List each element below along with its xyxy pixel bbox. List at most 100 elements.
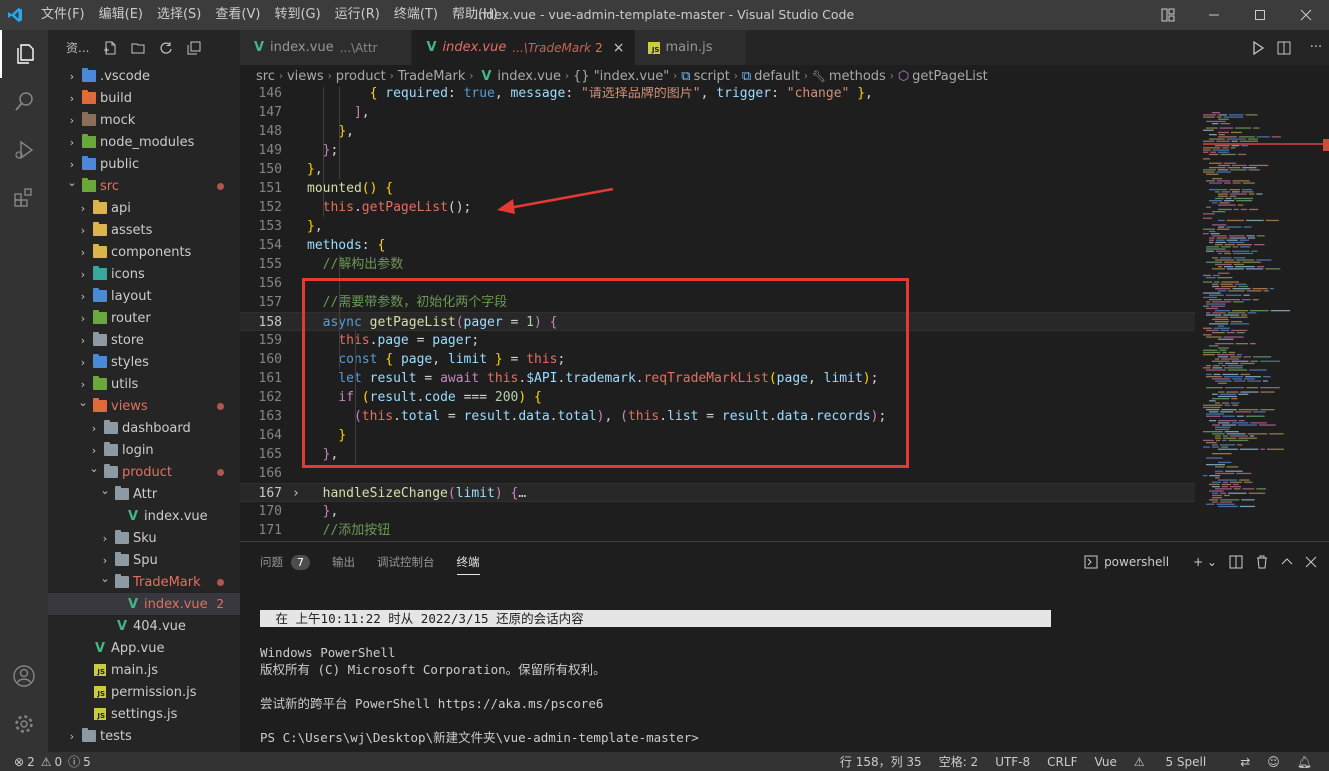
code-editor[interactable]: 146 { required: true, message: "请选择品牌的图片… bbox=[240, 87, 1329, 541]
tree-item-utils[interactable]: › utils bbox=[48, 373, 240, 395]
minimize-button[interactable] bbox=[1191, 0, 1237, 30]
language-mode[interactable]: Vue bbox=[1094, 755, 1116, 769]
menu-item[interactable]: 转到(G) bbox=[267, 0, 327, 30]
tab-index-vue-0[interactable]: Vindex.vue ...\Attr bbox=[240, 30, 413, 65]
menu-item[interactable]: 编辑(E) bbox=[92, 0, 150, 30]
tab-main-js[interactable]: JS main.js bbox=[635, 30, 748, 65]
menu-item[interactable]: 选择(S) bbox=[150, 0, 208, 30]
panel-tab-2[interactable]: 调试控制台 bbox=[377, 550, 435, 574]
minimap-line bbox=[1238, 285, 1249, 288]
fold-chevron-icon[interactable]: › bbox=[292, 484, 300, 503]
collapse-all-icon[interactable] bbox=[186, 40, 202, 56]
panel-tab-0[interactable]: 问题 7 bbox=[260, 550, 310, 574]
minimap-line bbox=[1220, 329, 1230, 332]
tree-item-trademark[interactable]: ⌄ TradeMark bbox=[48, 571, 240, 593]
bell-icon[interactable]: 🔔︎ bbox=[1297, 755, 1312, 769]
tree-item-attr[interactable]: ⌄ Attr bbox=[48, 483, 240, 505]
terminal-output[interactable]: 在 上午10:11:22 时从 2022/3/15 还原的会话内容 Window… bbox=[260, 610, 1051, 746]
tree-item-node-modules[interactable]: › node_modules bbox=[48, 131, 240, 153]
tree-item-main-js[interactable]: JS main.js bbox=[48, 659, 240, 681]
tree-item-index-vue[interactable]: Vindex.vue bbox=[48, 505, 240, 527]
gear-icon[interactable] bbox=[0, 700, 48, 748]
encoding[interactable]: UTF-8 bbox=[995, 755, 1030, 769]
new-terminal-icon[interactable]: + ⌄ bbox=[1193, 555, 1217, 569]
more-actions-icon[interactable]: ··· bbox=[1303, 40, 1329, 55]
cursor-position[interactable]: 行 158，列 35 bbox=[840, 753, 922, 770]
split-terminal-icon[interactable] bbox=[1229, 555, 1243, 569]
tree-item-build[interactable]: › build bbox=[48, 87, 240, 109]
refresh-icon[interactable] bbox=[158, 40, 174, 56]
problems-status[interactable]: ⊗ 2 ⚠ 0 ⓘ 5 bbox=[0, 753, 91, 770]
menu-item[interactable]: 终端(T) bbox=[387, 0, 445, 30]
menu-item[interactable]: 文件(F) bbox=[34, 0, 92, 30]
tree-item-layout[interactable]: › layout bbox=[48, 285, 240, 307]
explorer-icon[interactable] bbox=[0, 30, 48, 78]
search-icon[interactable] bbox=[0, 78, 48, 126]
tree-item-login[interactable]: › login bbox=[48, 439, 240, 461]
breadcrumb-item[interactable]: {} "index.vue" bbox=[573, 69, 669, 84]
minimap-line bbox=[1240, 208, 1248, 211]
tree-item-assets[interactable]: › assets bbox=[48, 219, 240, 241]
tree-item-app-vue[interactable]: V App.vue bbox=[48, 637, 240, 659]
tree-item-styles[interactable]: › styles bbox=[48, 351, 240, 373]
extensions-icon[interactable] bbox=[0, 174, 48, 222]
tree-item-router[interactable]: › router bbox=[48, 307, 240, 329]
tree-item-spu[interactable]: › Spu bbox=[48, 549, 240, 571]
menu-item[interactable]: 查看(V) bbox=[208, 0, 267, 30]
tree-item--vscode[interactable]: › .vscode bbox=[48, 65, 240, 87]
spell-status[interactable]: ⚠ 5 Spell bbox=[1134, 755, 1223, 769]
breadcrumb-item[interactable]: TradeMark bbox=[398, 69, 466, 84]
maximize-button[interactable] bbox=[1237, 0, 1283, 30]
tree-item-mock[interactable]: › mock bbox=[48, 109, 240, 131]
breadcrumb-item[interactable]: src bbox=[256, 69, 275, 84]
maximize-panel-icon[interactable] bbox=[1281, 556, 1293, 568]
minimap[interactable] bbox=[1195, 87, 1329, 541]
tab-index-vue-1[interactable]: Vindex.vue ...\TradeMark 2 × bbox=[412, 30, 636, 65]
breadcrumb-item[interactable]: script bbox=[694, 69, 730, 84]
minimap-line bbox=[1246, 290, 1262, 292]
close-tab-icon[interactable]: × bbox=[613, 40, 625, 56]
account-icon[interactable] bbox=[0, 652, 48, 700]
run-icon[interactable] bbox=[1251, 40, 1277, 55]
split-editor-icon[interactable] bbox=[1277, 41, 1303, 55]
menu-item[interactable]: 运行(R) bbox=[328, 0, 387, 30]
menu-item[interactable]: 帮助(H) bbox=[445, 0, 505, 30]
close-button[interactable] bbox=[1283, 0, 1329, 30]
tree-item-sku[interactable]: › Sku bbox=[48, 527, 240, 549]
tree-item-settings-js[interactable]: JS settings.js bbox=[48, 703, 240, 725]
indentation[interactable]: 空格: 2 bbox=[939, 753, 979, 770]
breadcrumb-item[interactable]: views bbox=[287, 69, 324, 84]
tree-item-icons[interactable]: › icons bbox=[48, 263, 240, 285]
minimap-line bbox=[1206, 409, 1220, 411]
feedback-icon[interactable]: ☺ bbox=[1267, 755, 1280, 769]
tree-item-index-vue[interactable]: Vindex.vue 2 bbox=[48, 593, 240, 615]
breadcrumb-item[interactable]: default bbox=[754, 69, 800, 84]
tree-item-store[interactable]: › store bbox=[48, 329, 240, 351]
tree-item-tests[interactable]: › tests bbox=[48, 725, 240, 747]
breadcrumb-item[interactable]: methods bbox=[829, 69, 886, 84]
tree-item-dashboard[interactable]: › dashboard bbox=[48, 417, 240, 439]
new-folder-icon[interactable] bbox=[130, 40, 146, 56]
tree-item-src[interactable]: ⌄ src bbox=[48, 175, 240, 197]
new-file-icon[interactable] bbox=[102, 40, 118, 56]
layout-icon[interactable] bbox=[1145, 0, 1191, 30]
breadcrumb-item[interactable]: index.vue bbox=[497, 69, 561, 84]
tree-item-api[interactable]: › api bbox=[48, 197, 240, 219]
tree-item-components[interactable]: › components bbox=[48, 241, 240, 263]
tree-item-product[interactable]: ⌄ product bbox=[48, 461, 240, 483]
tree-item-public[interactable]: › public bbox=[48, 153, 240, 175]
minimap-line bbox=[1249, 435, 1255, 437]
tree-item-permission-js[interactable]: JS permission.js bbox=[48, 681, 240, 703]
close-panel-icon[interactable] bbox=[1305, 556, 1317, 568]
terminal-shell-selector[interactable]: powershell bbox=[1084, 555, 1181, 569]
breadcrumb-item[interactable]: product bbox=[336, 69, 386, 84]
panel-tab-3[interactable]: 终端 bbox=[456, 550, 480, 575]
live-share-icon[interactable]: ⇄ bbox=[1240, 755, 1250, 769]
tree-item-404-vue[interactable]: V 404.vue bbox=[48, 615, 240, 637]
run-debug-icon[interactable] bbox=[0, 126, 48, 174]
trash-icon[interactable] bbox=[1255, 555, 1269, 569]
breadcrumb-item[interactable]: getPageList bbox=[912, 69, 988, 84]
tree-item-views[interactable]: ⌄ views bbox=[48, 395, 240, 417]
panel-tab-1[interactable]: 输出 bbox=[332, 550, 355, 574]
line-ending[interactable]: CRLF bbox=[1047, 755, 1077, 769]
